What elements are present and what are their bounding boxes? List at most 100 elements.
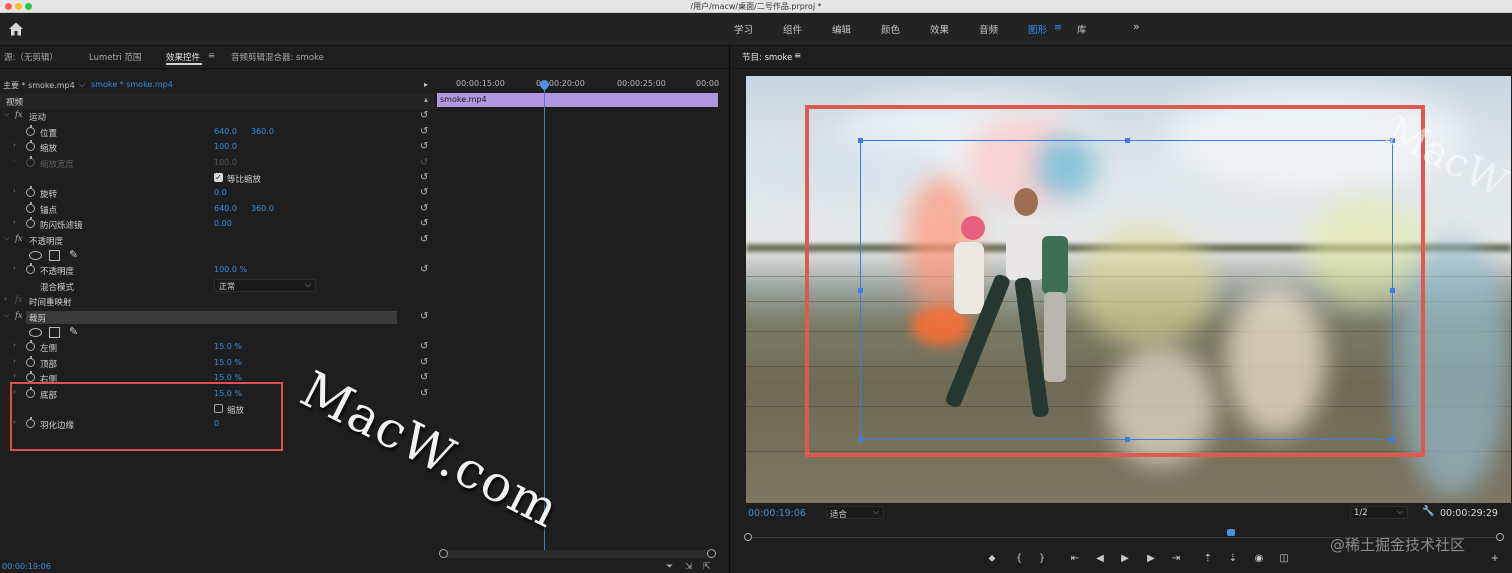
stopwatch-icon[interactable] [26, 217, 35, 229]
expand-toggle-icon[interactable]: ⌵ [4, 311, 9, 320]
stopwatch-icon[interactable] [26, 371, 35, 383]
scroll-handle-right[interactable] [707, 549, 716, 558]
tab-source[interactable]: 源:（无剪辑） [4, 51, 58, 63]
go-to-out-icon[interactable]: ⇥ [1168, 553, 1184, 564]
expand-toggle-icon[interactable]: › [13, 372, 16, 380]
time-remap-effect-row[interactable]: › fx 时间重映射 [0, 294, 434, 309]
show-timeline-icon[interactable]: ▸ [424, 80, 428, 89]
mark-in-icon[interactable]: { [1011, 553, 1027, 564]
workspace-tab-assembly[interactable]: 组件 [783, 22, 802, 36]
stopwatch-icon[interactable] [26, 263, 35, 275]
expand-toggle-icon[interactable]: › [13, 218, 16, 226]
motion-effect-row[interactable]: ⌵ fx 运动 ↺ [0, 109, 434, 124]
timeline-clip[interactable]: smoke.mp4 [437, 93, 718, 107]
home-icon[interactable] [6, 20, 26, 38]
rotation-value[interactable]: 0.0 [214, 188, 227, 197]
clip-chevron-icon[interactable]: ⌵ [79, 80, 85, 90]
transform-handle[interactable] [1390, 437, 1395, 442]
expand-toggle-icon[interactable]: › [13, 187, 16, 195]
ellipse-mask-icon[interactable] [29, 251, 42, 260]
workspace-tab-libraries[interactable]: 库 [1077, 22, 1087, 36]
position-x-value[interactable]: 640.0 [214, 127, 237, 136]
workspace-menu-icon[interactable]: ≡ [1054, 22, 1062, 33]
transform-handle[interactable] [858, 138, 863, 143]
lift-icon[interactable]: ⇡ [1200, 553, 1216, 564]
stopwatch-icon[interactable] [26, 124, 35, 136]
workspace-tab-effects[interactable]: 效果 [930, 22, 949, 36]
fx-icon[interactable]: fx [15, 110, 22, 119]
transform-handle[interactable] [858, 437, 863, 442]
expand-toggle-icon[interactable]: › [13, 357, 16, 365]
button-editor-plus-icon[interactable]: + [1487, 553, 1503, 564]
transform-handle[interactable] [1125, 138, 1130, 143]
workspace-tab-audio[interactable]: 音频 [979, 22, 998, 36]
collapse-up-icon[interactable]: ▴ [424, 95, 428, 104]
scroll-handle-left[interactable] [744, 533, 752, 541]
filter-icon[interactable]: ⏷ [666, 562, 673, 572]
play-icon[interactable]: ▶ [1117, 553, 1133, 564]
workspace-tab-learn[interactable]: 学习 [734, 22, 753, 36]
reset-icon[interactable]: ↺ [420, 141, 428, 152]
add-marker-icon[interactable]: ⬥ [984, 553, 1000, 564]
master-clip-label[interactable]: 主要 * smoke.mp4 [3, 80, 75, 91]
reset-icon[interactable]: ↺ [420, 388, 428, 399]
export-icon[interactable]: ⇲ [685, 562, 693, 572]
expand-toggle-icon[interactable]: › [13, 264, 16, 272]
expand-toggle-icon[interactable]: ⌵ [4, 110, 9, 119]
reset-icon[interactable]: ↺ [420, 126, 428, 137]
rectangle-mask-icon[interactable] [49, 250, 60, 261]
timeline-scrollbar[interactable] [439, 549, 716, 558]
reset-icon[interactable]: ↺ [420, 172, 428, 183]
crop-right-value[interactable]: 15.0 % [214, 373, 242, 382]
scale-value[interactable]: 100.0 [214, 142, 237, 151]
transform-handle[interactable] [858, 288, 863, 293]
anchor-y-value[interactable]: 360.0 [251, 204, 274, 213]
transform-handle[interactable] [1125, 437, 1130, 442]
stopwatch-icon[interactable] [26, 186, 35, 198]
reset-icon[interactable]: ↺ [420, 187, 428, 198]
stopwatch-icon[interactable] [26, 340, 35, 352]
fx-icon[interactable]: fx [15, 311, 22, 320]
workspace-tab-graphics[interactable]: 图形 [1028, 22, 1047, 36]
comparison-view-icon[interactable]: ◫ [1276, 553, 1292, 564]
position-y-value[interactable]: 360.0 [251, 127, 274, 136]
program-current-timecode[interactable]: 00:00:19:06 [748, 508, 806, 519]
workspace-tab-editing[interactable]: 编辑 [832, 22, 851, 36]
reset-icon[interactable]: ↺ [420, 234, 428, 245]
tab-audio-clip-mixer[interactable]: 音频剪辑混合器: smoke [231, 51, 324, 63]
stopwatch-icon[interactable] [26, 201, 35, 213]
opacity-value[interactable]: 100.0 % [214, 265, 247, 274]
expand-toggle-icon[interactable]: › [13, 341, 16, 349]
reset-icon[interactable]: ↺ [420, 218, 428, 229]
workspace-tab-color[interactable]: 颜色 [881, 22, 900, 36]
rectangle-mask-icon[interactable] [49, 327, 60, 338]
mark-out-icon[interactable]: } [1034, 553, 1050, 564]
scroll-handle-right[interactable] [1496, 533, 1504, 541]
anchor-x-value[interactable]: 640.0 [214, 204, 237, 213]
program-menu-icon[interactable]: ≡ [794, 51, 801, 61]
expand-toggle-icon[interactable]: ⌵ [4, 234, 9, 243]
current-timecode[interactable]: 00:00:19:06 [2, 562, 51, 571]
scroll-handle-left[interactable] [439, 549, 448, 558]
go-to-in-icon[interactable]: ⇤ [1067, 553, 1083, 564]
ellipse-mask-icon[interactable] [29, 328, 42, 337]
crop-left-value[interactable]: 15.0 % [214, 342, 242, 351]
panel-menu-icon[interactable]: ≡ [208, 51, 215, 61]
transform-bounding-box[interactable] [858, 138, 1395, 442]
pen-mask-icon[interactable]: ✎ [69, 248, 78, 261]
program-playhead[interactable] [1227, 529, 1235, 536]
crop-top-value[interactable]: 15.0 % [214, 358, 242, 367]
reset-icon[interactable]: ↺ [420, 264, 428, 275]
step-forward-icon[interactable]: ▶︎ [1143, 553, 1159, 564]
tab-effect-controls[interactable]: 效果控件 [166, 51, 200, 63]
workspace-more-icon[interactable]: » [1133, 20, 1140, 33]
crop-effect-row[interactable]: ⌵ fx 裁剪 ↺ [0, 310, 434, 325]
fx-icon[interactable]: fx [15, 234, 22, 243]
extract-icon[interactable]: ⇣ [1225, 553, 1241, 564]
stopwatch-icon[interactable] [26, 140, 35, 152]
reset-icon[interactable]: ↺ [420, 110, 428, 121]
sequence-clip-label[interactable]: smoke * smoke.mp4 [91, 80, 173, 89]
antiflicker-value[interactable]: 0.00 [214, 219, 232, 228]
transform-handle[interactable] [1390, 288, 1395, 293]
step-back-icon[interactable]: ◀︎ [1092, 553, 1108, 564]
